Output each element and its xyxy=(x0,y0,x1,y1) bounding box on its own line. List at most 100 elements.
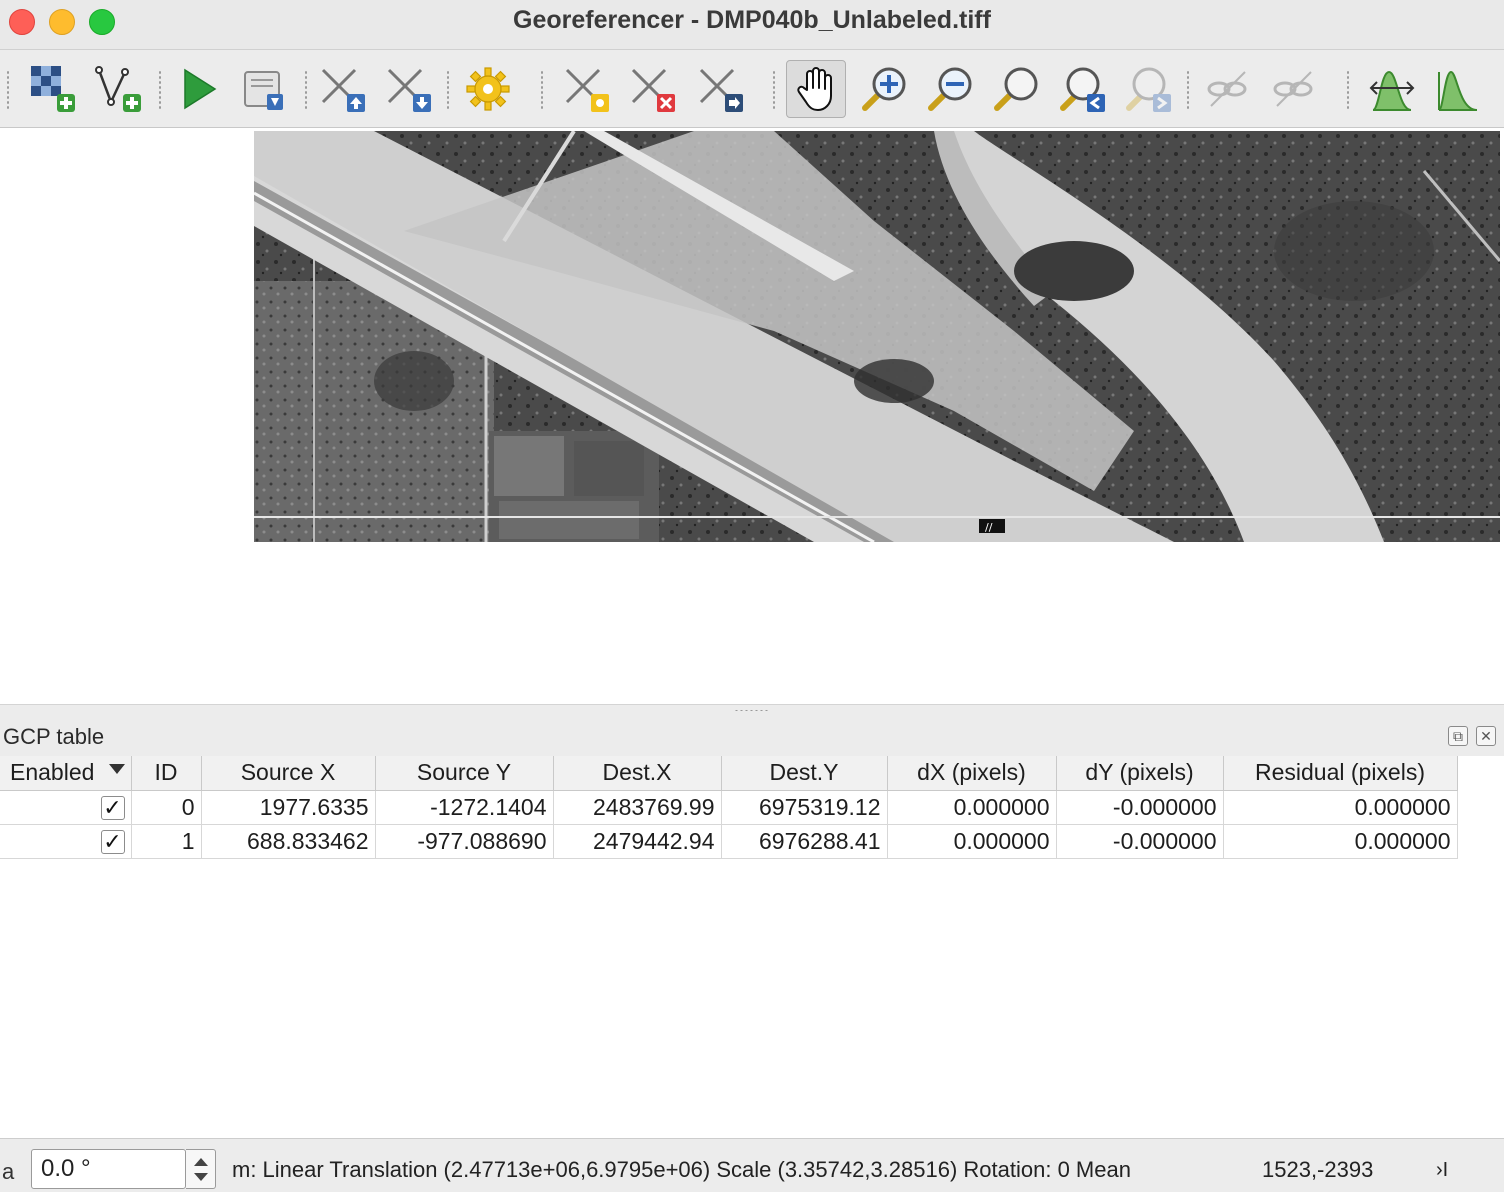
toolbar-grip[interactable] xyxy=(1186,70,1190,110)
zoom-layer-icon xyxy=(994,67,1038,111)
column-header-source-x[interactable]: Source X xyxy=(201,756,376,791)
zoom-in-button[interactable] xyxy=(854,60,914,118)
transform-status-text: m: Linear Translation (2.47713e+06,6.979… xyxy=(232,1157,1131,1182)
id-cell[interactable]: 1 xyxy=(131,824,202,859)
column-header-enabled[interactable]: Enabled xyxy=(0,756,132,791)
histogram-icon xyxy=(1438,70,1478,111)
delete-point-icon xyxy=(631,68,675,112)
vector-add-icon xyxy=(95,66,141,112)
column-header-dest-x[interactable]: Dest.X xyxy=(553,756,722,791)
open-raster-button[interactable] xyxy=(22,60,82,118)
id-cell[interactable]: 0 xyxy=(131,790,202,825)
column-header-dy[interactable]: dY (pixels) xyxy=(1056,756,1224,791)
open-vector-button[interactable] xyxy=(88,60,148,118)
dy-cell: -0.000000 xyxy=(1056,824,1224,859)
georeferencer-window: Georeferencer - DMP040b_Unlabeled.tiff /… xyxy=(0,0,1504,1192)
enabled-cell[interactable]: ✓ xyxy=(0,790,132,825)
splitter-handle[interactable] xyxy=(734,709,768,712)
gcp-panel-title: GCP table xyxy=(3,724,105,749)
float-panel-button[interactable]: ⧉ xyxy=(1448,726,1468,746)
link-qgis-button[interactable] xyxy=(1264,60,1324,118)
script-icon xyxy=(244,71,283,110)
link-georeferencer-button[interactable] xyxy=(1198,60,1258,118)
map-canvas[interactable]: // xyxy=(0,129,1504,704)
zoom-next-button[interactable] xyxy=(1118,60,1178,118)
toolbar-grip[interactable] xyxy=(304,70,308,110)
raster-add-icon xyxy=(31,66,75,112)
gear-icon xyxy=(466,67,510,111)
column-header-id[interactable]: ID xyxy=(131,756,202,791)
load-gcp-points-button[interactable] xyxy=(312,60,372,118)
dest-x-cell[interactable]: 2483769.99 xyxy=(553,790,722,825)
start-georeferencing-button[interactable] xyxy=(168,60,228,118)
dest-y-cell[interactable]: 6975319.12 xyxy=(721,790,888,825)
source-y-cell[interactable]: -1272.1404 xyxy=(375,790,554,825)
status-overflow-icon[interactable]: ›I xyxy=(1436,1159,1448,1182)
toolbar-grip[interactable] xyxy=(772,70,776,110)
table-row[interactable]: ✓ 1 688.833462 -977.088690 2479442.94 69… xyxy=(0,824,1458,859)
residual-cell: 0.000000 xyxy=(1223,824,1458,859)
zoom-out-icon xyxy=(928,67,972,111)
column-header-dx[interactable]: dX (pixels) xyxy=(887,756,1057,791)
dest-y-cell[interactable]: 6976288.41 xyxy=(721,824,888,859)
aerial-photo-graphic: // xyxy=(254,131,1500,542)
status-bar: a m: Linear Translation (2.47713e+06,6.9… xyxy=(0,1138,1504,1192)
local-histogram-stretch-button[interactable] xyxy=(1428,60,1488,118)
svg-text://: // xyxy=(985,521,993,534)
full-histogram-stretch-button[interactable] xyxy=(1362,60,1422,118)
zoom-in-icon xyxy=(862,67,906,111)
column-header-dest-y[interactable]: Dest.Y xyxy=(721,756,888,791)
gcp-panel-header: GCP table ⧉ ✕ xyxy=(0,716,1504,756)
window-title: Georeferencer - DMP040b_Unlabeled.tiff xyxy=(513,6,991,34)
column-header-source-y[interactable]: Source Y xyxy=(375,756,554,791)
add-point-button[interactable] xyxy=(556,60,616,118)
cursor-coordinates: 1523,-2393 xyxy=(1262,1157,1374,1182)
zoom-out-button[interactable] xyxy=(920,60,980,118)
stepper-up-icon[interactable] xyxy=(194,1158,208,1166)
add-point-icon xyxy=(565,68,609,112)
gcp-load-icon xyxy=(321,68,365,112)
toolbar-grip[interactable] xyxy=(1346,70,1350,110)
toolbar-grip[interactable] xyxy=(446,70,450,110)
zoom-next-icon xyxy=(1126,67,1171,112)
link-qgis-icon xyxy=(1273,71,1313,107)
dx-cell: 0.000000 xyxy=(887,824,1057,859)
column-header-residual[interactable]: Residual (pixels) xyxy=(1223,756,1458,791)
transformation-settings-button[interactable] xyxy=(458,60,518,118)
source-x-cell[interactable]: 688.833462 xyxy=(201,824,376,859)
hand-icon xyxy=(797,67,832,111)
rotation-stepper[interactable] xyxy=(186,1149,216,1189)
move-point-icon xyxy=(699,68,743,112)
residual-cell: 0.000000 xyxy=(1223,790,1458,825)
stepper-down-icon[interactable] xyxy=(194,1173,208,1181)
dest-x-cell[interactable]: 2479442.94 xyxy=(553,824,722,859)
zoom-last-button[interactable] xyxy=(1052,60,1112,118)
enabled-checkbox[interactable]: ✓ xyxy=(100,830,125,855)
table-row[interactable]: ✓ 0 1977.6335 -1272.1404 2483769.99 6975… xyxy=(0,790,1458,825)
panel-splitter[interactable] xyxy=(0,704,1504,716)
toolbar-grip[interactable] xyxy=(158,70,162,110)
status-truncated-label: a xyxy=(2,1159,15,1184)
source-y-cell[interactable]: -977.088690 xyxy=(375,824,554,859)
dx-cell: 0.000000 xyxy=(887,790,1057,825)
rotation-input[interactable] xyxy=(31,1149,186,1189)
zoom-to-layer-button[interactable] xyxy=(986,60,1046,118)
play-icon xyxy=(184,68,217,110)
title-bar: Georeferencer - DMP040b_Unlabeled.tiff xyxy=(0,0,1504,50)
aerial-raster-image: // xyxy=(254,131,1500,542)
link-geo-icon xyxy=(1207,71,1247,107)
source-x-cell[interactable]: 1977.6335 xyxy=(201,790,376,825)
enabled-checkbox[interactable]: ✓ xyxy=(100,796,125,821)
enabled-cell[interactable]: ✓ xyxy=(0,824,132,859)
generate-gdal-script-button[interactable] xyxy=(234,60,294,118)
close-panel-button[interactable]: ✕ xyxy=(1476,726,1496,746)
pan-button[interactable] xyxy=(786,60,846,118)
delete-point-button[interactable] xyxy=(622,60,682,118)
move-gcp-point-button[interactable] xyxy=(690,60,750,118)
column-header-label: Enabled xyxy=(10,759,95,786)
gcp-table: Enabled ID Source X Source Y Dest.X Dest… xyxy=(0,756,1458,859)
toolbar-grip[interactable] xyxy=(6,70,10,110)
gcp-table-panel: GCP table ⧉ ✕ Enabled ID Source X Source… xyxy=(0,716,1504,1138)
toolbar-grip[interactable] xyxy=(540,70,544,110)
save-gcp-points-button[interactable] xyxy=(378,60,438,118)
